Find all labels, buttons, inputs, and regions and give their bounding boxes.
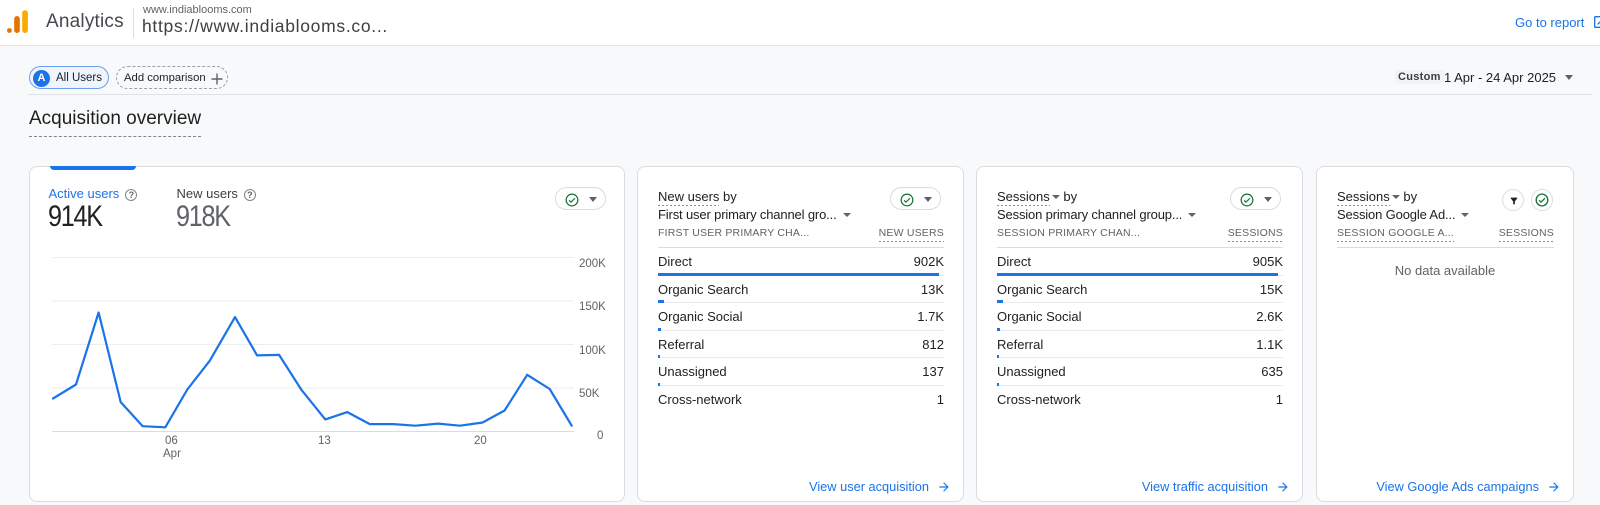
svg-text:0: 0 <box>597 430 603 442</box>
svg-text:200K: 200K <box>579 258 606 270</box>
svg-text:150K: 150K <box>579 301 606 313</box>
svg-text:100K: 100K <box>579 345 606 357</box>
svg-text:Apr: Apr <box>163 448 181 460</box>
svg-text:50K: 50K <box>579 388 600 400</box>
svg-text:20: 20 <box>474 435 487 447</box>
svg-text:13: 13 <box>318 435 331 447</box>
svg-text:06: 06 <box>165 435 178 447</box>
